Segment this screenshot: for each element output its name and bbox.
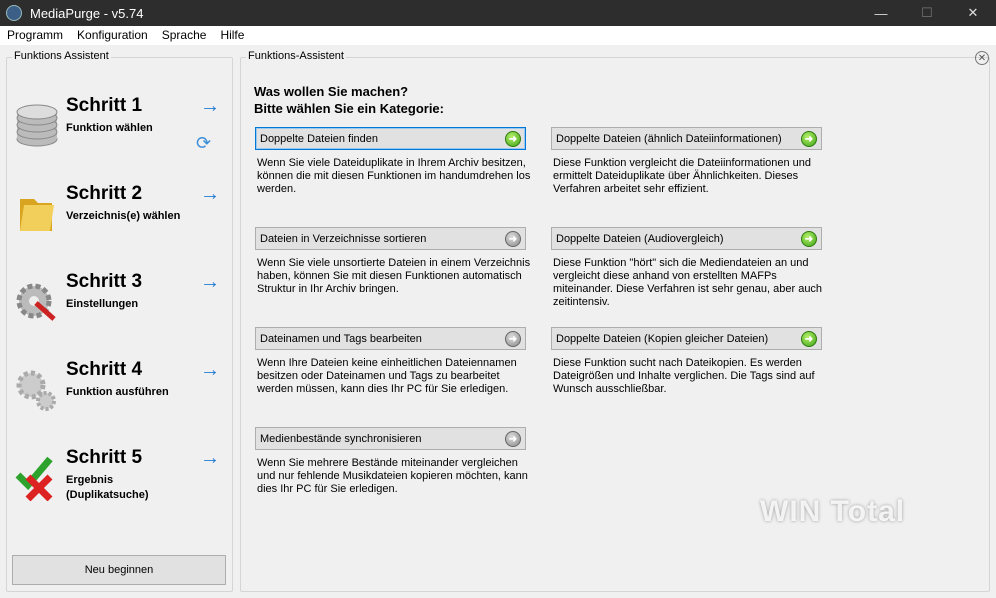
menu-sprache[interactable]: Sprache [155,26,214,45]
restart-button[interactable]: Neu beginnen [12,555,226,585]
group-label: Funktions-Assistent [246,50,346,62]
function-button[interactable]: Dateinamen und Tags bearbeiten ➜ [255,327,526,350]
title-bar: MediaPurge - v5.74 — ☐ ✕ [0,0,996,26]
function-description: Wenn Sie mehrere Bestände miteinander ve… [257,457,528,495]
function-label: Doppelte Dateien finden [260,133,379,145]
function-button[interactable]: Doppelte Dateien (ähnlich Dateiinformati… [551,127,822,150]
close-panel-icon[interactable]: ✕ [975,51,989,65]
arrow-right-icon[interactable]: → [200,271,220,294]
arrow-right-icon[interactable]: → [200,95,220,118]
minimize-button[interactable]: — [858,0,904,26]
wizard-step-3[interactable]: Schritt 3 Einstellungen → [10,271,225,341]
step-subtitle: Funktion ausführen [66,386,169,398]
check-cross-icon [14,455,60,502]
go-arrow-icon: ➜ [505,431,521,447]
step-title: Schritt 5 [66,447,143,468]
heading-instruction: Bitte wählen Sie ein Kategorie: [254,101,444,116]
go-arrow-icon: ➜ [801,131,817,147]
arrow-right-icon[interactable]: → [200,359,220,382]
folder-icon [14,191,60,237]
function-description: Diese Funktion vergleicht die Dateiinfor… [553,157,812,195]
wizard-step-5[interactable]: Schritt 5 Ergebnis (Duplikatsuche) → [10,447,225,517]
database-icon [14,103,60,149]
step-subtitle: Ergebnis (Duplikatsuche) [66,474,149,501]
go-arrow-icon: ➜ [505,131,521,147]
function-button[interactable]: Doppelte Dateien (Kopien gleicher Dateie… [551,327,822,350]
go-arrow-icon: ➜ [505,331,521,347]
menu-hilfe[interactable]: Hilfe [213,26,251,45]
go-arrow-icon: ➜ [801,231,817,247]
function-button[interactable]: Medienbestände synchronisieren ➜ [255,427,526,450]
function-label: Doppelte Dateien (Kopien gleicher Dateie… [556,333,769,345]
wizard-step-4[interactable]: Schritt 4 Funktion ausführen → [10,359,225,429]
function-description: Wenn Sie viele unsortierte Dateien in ei… [257,257,531,295]
app-icon [6,5,22,21]
function-button[interactable]: Doppelte Dateien finden ➜ [255,127,526,150]
step-subtitle: Verzeichnis(e) wählen [66,210,181,222]
heading: Was wollen Sie machen? Bitte wählen Sie … [254,83,444,117]
window-title: MediaPurge - v5.74 [30,5,144,21]
wizard-step-1[interactable]: Schritt 1 Funktion wählen → ⟳ [10,95,225,165]
arrow-right-icon[interactable]: → [200,183,220,206]
step-subtitle: Funktion wählen [66,122,153,134]
function-button[interactable]: Dateien in Verzeichnisse sortieren ➜ [255,227,526,250]
function-description: Wenn Ihre Dateien keine einheitlichen Da… [257,357,517,395]
function-description: Diese Funktion "hört" sich die Mediendat… [553,257,823,308]
close-button[interactable]: ✕ [950,0,996,26]
menu-programm[interactable]: Programm [0,26,70,45]
arrow-right-icon[interactable]: → [200,447,220,470]
function-label: Medienbestände synchronisieren [260,433,422,445]
function-description: Diese Funktion sucht nach Dateikopien. E… [553,357,815,395]
go-arrow-icon: ➜ [801,331,817,347]
maximize-button[interactable]: ☐ [904,0,950,26]
step-title: Schritt 4 [66,359,143,380]
menu-konfiguration[interactable]: Konfiguration [70,26,155,45]
go-arrow-icon: ➜ [505,231,521,247]
function-label: Dateinamen und Tags bearbeiten [260,333,422,345]
heading-question: Was wollen Sie machen? [254,84,409,99]
gears-icon [14,367,60,413]
menu-bar: Programm Konfiguration Sprache Hilfe [0,26,996,45]
function-button[interactable]: Doppelte Dateien (Audiovergleich) ➜ [551,227,822,250]
function-label: Doppelte Dateien (ähnlich Dateiinformati… [556,133,782,145]
refresh-icon[interactable]: ⟳ [196,133,211,154]
step-title: Schritt 1 [66,95,143,116]
function-description: Wenn Sie viele Dateiduplikate in Ihrem A… [257,157,531,195]
watermark-logo: WIN Total [760,495,906,528]
function-label: Doppelte Dateien (Audiovergleich) [556,233,724,245]
step-title: Schritt 3 [66,271,143,292]
wizard-step-2[interactable]: Schritt 2 Verzeichnis(e) wählen → [10,183,225,253]
step-subtitle: Einstellungen [66,298,139,310]
settings-tools-icon [14,279,60,325]
function-label: Dateien in Verzeichnisse sortieren [260,233,427,245]
step-title: Schritt 2 [66,183,143,204]
group-label: Funktions Assistent [12,50,111,62]
